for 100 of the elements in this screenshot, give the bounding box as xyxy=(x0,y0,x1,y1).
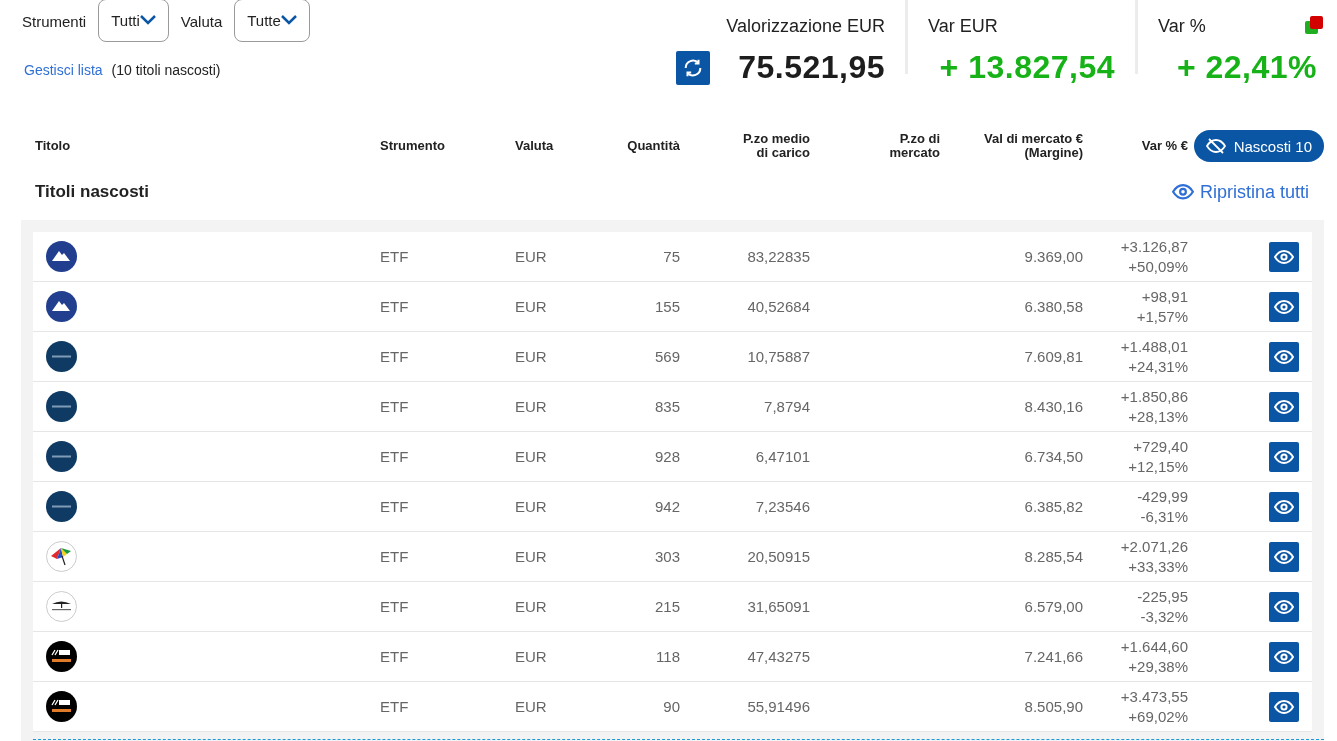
table-cell-text: 6.734,50 xyxy=(1023,448,1083,465)
column-header: Strumento xyxy=(380,139,446,153)
show-button[interactable] xyxy=(1269,641,1299,672)
eye-icon xyxy=(1274,699,1294,714)
table-cell-text: 928 xyxy=(653,448,680,465)
show-button[interactable] xyxy=(1269,591,1299,622)
table-cell-text: ETF xyxy=(380,598,410,615)
table-cell-text: ETF xyxy=(380,698,410,715)
table-cell-text: 215 xyxy=(653,598,680,615)
eye-icon xyxy=(1274,249,1294,264)
mountain-logo-icon xyxy=(46,291,77,322)
table-cell-text: 8.505,90 xyxy=(1023,698,1083,715)
restore-all-link[interactable]: Ripristina tutti xyxy=(1171,181,1309,203)
tree-icon xyxy=(46,591,77,622)
stripes-logo-icon xyxy=(46,641,77,672)
round-logo-icon xyxy=(46,341,77,372)
show-button[interactable] xyxy=(1269,441,1299,472)
table-cell-text: 835 xyxy=(653,398,680,415)
filter-label: Valuta xyxy=(180,12,223,30)
column-header: P.zo di mercato xyxy=(888,132,940,160)
variation-cell-text: -429,99 -6,31% xyxy=(1136,486,1188,527)
table-cell-text: 10,75887 xyxy=(746,348,810,365)
column-header: Valuta xyxy=(515,139,555,153)
table-cell-text: EUR xyxy=(515,348,548,365)
table-cell-text: 40,52684 xyxy=(746,298,810,315)
show-button[interactable] xyxy=(1269,691,1299,722)
round-logo-icon xyxy=(46,491,77,522)
show-button[interactable] xyxy=(1269,541,1299,572)
show-button[interactable] xyxy=(1269,391,1299,422)
refresh-button[interactable] xyxy=(676,50,711,85)
hidden-toggle-button[interactable]: Nascosti 10 xyxy=(1193,130,1324,162)
summary-title: Valorizzazione EUR xyxy=(726,16,885,37)
table-cell-text: EUR xyxy=(515,448,548,465)
column-header: Var % € xyxy=(1140,139,1188,153)
table-cell-text: 47,43275 xyxy=(746,648,810,665)
table-cell-text: 9.369,00 xyxy=(1023,248,1083,265)
filter-dropdown[interactable]: Tutte xyxy=(234,0,310,42)
eye-off-icon xyxy=(1205,138,1226,154)
variation-cell-text: +3.473,55 +69,02% xyxy=(1119,686,1188,727)
table-cell-text: ETF xyxy=(380,298,410,315)
eye-icon xyxy=(1171,184,1194,200)
section-title: Titoli nascosti xyxy=(35,182,149,202)
table-cell-text: EUR xyxy=(515,648,548,665)
variation-cell-text: +98,91 +1,57% xyxy=(1135,286,1188,327)
table-cell-text: ETF xyxy=(380,498,410,515)
eye-icon xyxy=(1274,349,1294,364)
table-cell-text: 569 xyxy=(653,348,680,365)
table-cell-text: 6.579,00 xyxy=(1023,598,1083,615)
summary-value: + 22,41% xyxy=(1176,49,1317,86)
table-cell-text: EUR xyxy=(515,248,548,265)
filter-label: Strumenti xyxy=(22,12,87,30)
variation-cell-text: +3.126,87 +50,09% xyxy=(1119,236,1188,277)
mountain-logo-icon xyxy=(46,241,77,272)
variation-cell-text: +1.644,60 +29,38% xyxy=(1119,636,1188,677)
table-cell-text: 7,23546 xyxy=(754,498,810,515)
summary-title: Var EUR xyxy=(928,16,998,37)
table-cell-text: ETF xyxy=(380,548,410,565)
column-header: P.zo medio di carico xyxy=(742,132,810,160)
table-cell-text: 8.285,54 xyxy=(1023,548,1083,565)
table-cell-text: 6.380,58 xyxy=(1023,298,1083,315)
eye-icon xyxy=(1274,449,1294,464)
variation-cell-text: +1.488,01 +24,31% xyxy=(1119,336,1188,377)
table-cell-text: ETF xyxy=(380,398,410,415)
eye-icon xyxy=(1274,549,1294,564)
eye-icon xyxy=(1274,399,1294,414)
table-cell-text: 7.609,81 xyxy=(1023,348,1083,365)
hidden-count-text: (10 titoli nascosti) xyxy=(111,62,221,78)
table-cell-text: ETF xyxy=(380,448,410,465)
table-cell-text: 303 xyxy=(653,548,680,565)
table-cell-text: 155 xyxy=(653,298,680,315)
table-cell-text: 31,65091 xyxy=(746,598,810,615)
table-cell-text: EUR xyxy=(515,398,548,415)
eye-icon xyxy=(1274,499,1294,514)
filter-dropdown[interactable]: Tutti xyxy=(98,0,169,42)
eye-icon xyxy=(1274,599,1294,614)
manage-list-link[interactable]: Gestisci lista xyxy=(24,62,103,78)
summary-title: Var % xyxy=(1158,16,1206,37)
column-header: Val di mercato € (Margine) xyxy=(983,132,1083,160)
table-cell-text: ETF xyxy=(380,248,410,265)
table-cell-text: 20,50915 xyxy=(746,548,810,565)
summary-value: + 13.827,54 xyxy=(939,49,1115,86)
table-cell-text: 75 xyxy=(662,248,680,265)
round-logo-icon xyxy=(46,441,77,472)
table-cell-text: 7.241,66 xyxy=(1023,648,1083,665)
table-cell-text: 90 xyxy=(662,698,680,715)
show-button[interactable] xyxy=(1269,241,1299,272)
eye-icon xyxy=(1274,299,1294,314)
table-cell-text: EUR xyxy=(515,698,548,715)
column-header: Titolo xyxy=(34,139,72,153)
show-button[interactable] xyxy=(1269,291,1299,322)
variation-cell-text: -225,95 -3,32% xyxy=(1136,586,1188,627)
show-button[interactable] xyxy=(1269,341,1299,372)
table-cell-text: ETF xyxy=(380,348,410,365)
table-cell-text: 8.430,16 xyxy=(1023,398,1083,415)
table-cell-text: EUR xyxy=(515,548,548,565)
variation-cell-text: +729,40 +12,15% xyxy=(1127,436,1188,477)
show-button[interactable] xyxy=(1269,491,1299,522)
table-cell-text: 118 xyxy=(655,648,680,665)
table-cell-text: 7,8794 xyxy=(763,398,810,415)
summary-value: 75.521,95 xyxy=(738,49,885,86)
